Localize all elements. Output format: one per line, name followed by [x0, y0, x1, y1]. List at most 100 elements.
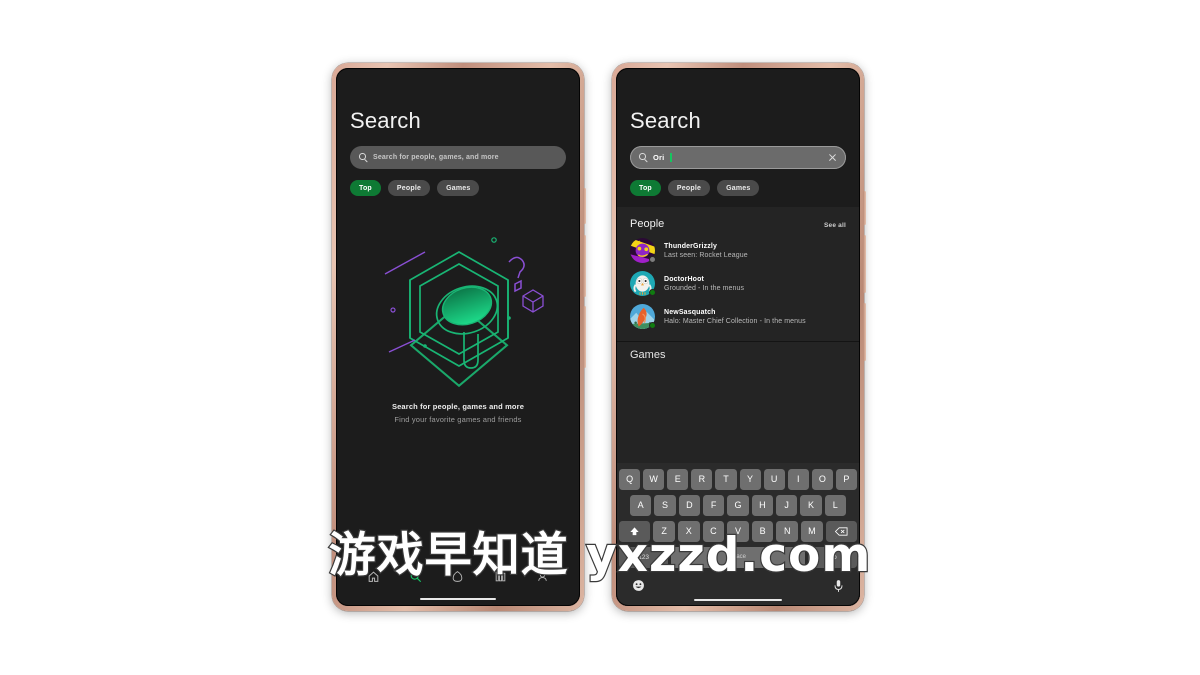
emoji-icon[interactable] — [632, 579, 645, 592]
presence-dot-online — [649, 289, 656, 296]
chip-top[interactable]: Top — [350, 180, 381, 196]
search-placeholder: Search for people, games, and more — [373, 154, 499, 161]
key-g[interactable]: G — [727, 494, 749, 516]
keyboard-row-2: A S D F G H J K L — [619, 494, 857, 516]
key-i[interactable]: I — [787, 468, 809, 490]
empty-state-headline: Search for people, games and more — [391, 402, 525, 411]
phone-volume-button[interactable] — [863, 235, 866, 293]
key-numbers[interactable]: 123 — [619, 546, 669, 568]
bottom-nav — [336, 562, 580, 598]
key-a[interactable]: A — [630, 494, 652, 516]
xbox-search-app: Search Search for people, games, and mor… — [336, 68, 580, 606]
key-h[interactable]: H — [751, 494, 773, 516]
empty-state-subline: Find your favorite games and friends — [394, 415, 522, 424]
key-e[interactable]: E — [667, 468, 689, 490]
search-illustration — [384, 237, 544, 388]
microphone-icon[interactable] — [833, 579, 844, 593]
search-input[interactable]: Search for people, games, and more — [350, 146, 566, 169]
person-name: DoctorHoot — [664, 275, 704, 283]
key-m[interactable]: M — [801, 520, 823, 542]
header: Search — [336, 68, 580, 134]
person-meta: ThunderGrizzly Last seen: Rocket League — [664, 243, 748, 259]
avatar — [630, 238, 656, 263]
person-status: Last seen: Rocket League — [664, 251, 748, 259]
key-s[interactable]: S — [654, 494, 676, 516]
avatar — [630, 271, 656, 296]
see-all-people-link[interactable]: See all — [824, 222, 846, 229]
backspace-icon[interactable] — [825, 520, 857, 542]
key-c[interactable]: C — [702, 520, 725, 542]
person-status: Grounded - In the menus — [664, 284, 745, 292]
key-v[interactable]: V — [727, 520, 749, 542]
phone-side-button-alert[interactable] — [583, 188, 586, 224]
key-x[interactable]: X — [677, 520, 700, 542]
results-panel: People See all ThunderGrizzly Last seen:… — [616, 207, 860, 606]
phone-screen: Search Ori Top People Games People See a… — [616, 68, 860, 606]
key-b[interactable]: B — [751, 520, 774, 542]
phone-power-button[interactable] — [863, 303, 866, 361]
header: Search — [616, 68, 860, 134]
section-title-games: Games — [630, 349, 666, 361]
home-indicator — [420, 597, 496, 600]
text-cursor — [670, 153, 672, 162]
key-y[interactable]: Y — [739, 468, 761, 490]
key-z[interactable]: Z — [653, 520, 675, 542]
person-status: Halo: Master Chief Collection - In the m… — [664, 317, 806, 325]
list-item[interactable]: DoctorHoot Grounded - In the menus — [616, 263, 860, 296]
phone-power-button[interactable] — [583, 306, 586, 368]
key-d[interactable]: D — [678, 494, 700, 516]
search-icon — [359, 153, 368, 162]
key-go[interactable]: Go — [807, 546, 858, 568]
avatar — [630, 304, 656, 329]
key-o[interactable]: O — [811, 468, 833, 490]
key-p[interactable]: P — [835, 468, 857, 490]
profile-icon[interactable] — [536, 570, 549, 583]
key-t[interactable]: T — [715, 468, 737, 490]
key-l[interactable]: L — [824, 494, 846, 516]
empty-state-text: Search for people, games and more Find y… — [392, 402, 524, 424]
phone-search-results: Search Ori Top People Games People See a… — [612, 63, 866, 611]
search-input[interactable]: Ori — [630, 146, 846, 169]
filter-chips: Top People Games — [616, 169, 860, 196]
virtual-keyboard: Q W E R T Y U I O P A S D F G H J K L Z … — [616, 462, 860, 606]
phone-screen: Search Search for people, games, and mor… — [336, 68, 580, 606]
key-f[interactable]: F — [703, 494, 725, 516]
key-n[interactable]: N — [776, 520, 799, 542]
chip-people[interactable]: People — [387, 180, 431, 196]
screenshot-canvas: Search Search for people, games, and mor… — [0, 0, 1200, 675]
presence-dot-online — [649, 322, 656, 329]
chip-top[interactable]: Top — [630, 180, 661, 196]
key-k[interactable]: K — [800, 494, 822, 516]
keyboard-bottom-bar — [619, 573, 857, 599]
empty-state: Search for people, games and more Find y… — [336, 196, 580, 562]
key-w[interactable]: W — [643, 468, 665, 490]
filter-chips: Top People Games — [336, 169, 580, 196]
clear-search-icon[interactable] — [827, 153, 837, 163]
keyboard-row-1: Q W E R T Y U I O P — [619, 468, 857, 490]
key-u[interactable]: U — [763, 468, 785, 490]
key-j[interactable]: J — [775, 494, 798, 516]
chip-games[interactable]: Games — [437, 180, 480, 196]
game-pass-icon[interactable] — [451, 570, 464, 583]
people-section-header: People See all — [616, 207, 860, 230]
person-meta: DoctorHoot Grounded - In the menus — [664, 276, 744, 292]
person-name: ThunderGrizzly — [664, 242, 718, 250]
key-space[interactable]: space — [671, 546, 805, 568]
list-item[interactable]: NewSasquatch Halo: Master Chief Collecti… — [616, 296, 860, 329]
chip-games[interactable]: Games — [717, 180, 760, 196]
list-item[interactable]: ThunderGrizzly Last seen: Rocket League — [616, 230, 860, 263]
phone-side-button-alert[interactable] — [863, 191, 866, 225]
search-icon — [639, 153, 648, 162]
chip-people[interactable]: People — [667, 180, 711, 196]
key-q[interactable]: Q — [619, 468, 641, 490]
search-icon[interactable] — [409, 570, 422, 583]
phone-volume-button[interactable] — [583, 235, 586, 297]
key-r[interactable]: R — [691, 468, 713, 490]
search-row: Ori — [616, 134, 860, 169]
shift-icon[interactable] — [619, 520, 651, 542]
presence-dot-offline — [649, 256, 656, 263]
home-indicator — [694, 598, 782, 601]
library-icon[interactable] — [494, 570, 507, 583]
home-icon[interactable] — [367, 570, 380, 583]
xbox-search-app: Search Ori Top People Games People See a… — [616, 68, 860, 606]
